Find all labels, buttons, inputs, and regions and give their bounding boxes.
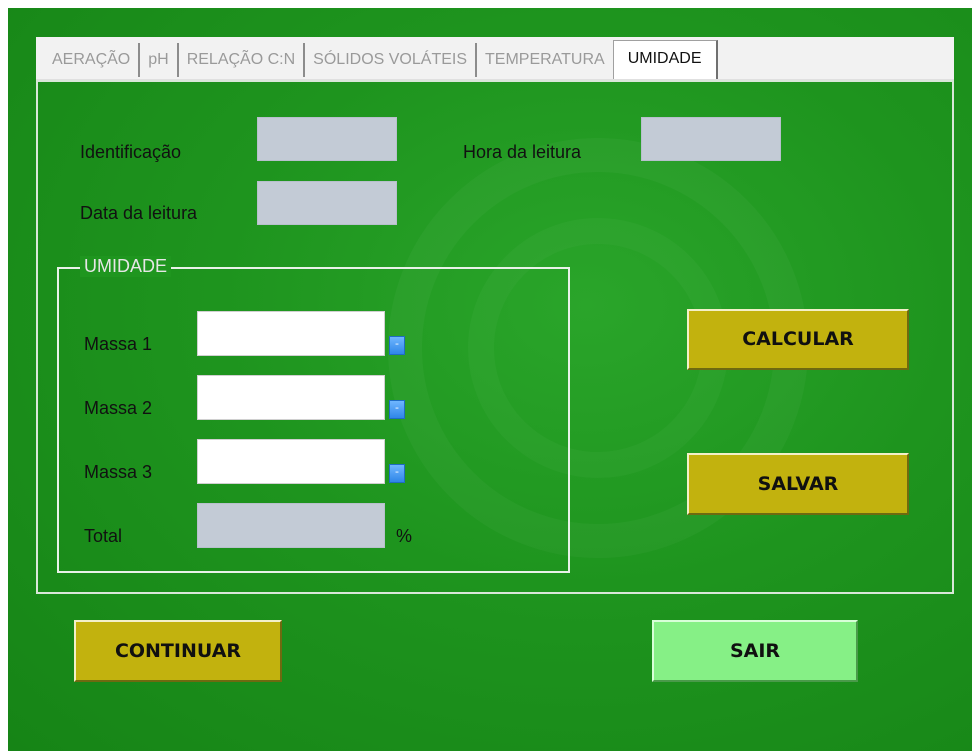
tab-temperatura[interactable]: TEMPERATURA [477, 43, 613, 77]
identificacao-field[interactable] [257, 117, 397, 161]
total-unit: % [396, 526, 413, 546]
umidade-group-title: UMIDADE [80, 256, 172, 277]
massa2-label: Massa 2 [84, 398, 153, 418]
massa3-spin-button[interactable]: - [389, 464, 405, 483]
data-leitura-field[interactable] [257, 181, 397, 225]
massa3-label: Massa 3 [84, 462, 153, 482]
tab-strip: AERAÇÃO pH RELAÇÃO C:N SÓLIDOS VOLÁTEIS … [36, 37, 954, 80]
hora-leitura-label: Hora da leitura [463, 142, 582, 162]
total-field [197, 503, 385, 548]
tab-umidade[interactable]: UMIDADE [612, 40, 718, 79]
tab-solidos-volateis[interactable]: SÓLIDOS VOLÁTEIS [305, 43, 477, 77]
massa2-input[interactable] [197, 375, 385, 420]
continuar-button[interactable]: CONTINUAR [74, 620, 282, 682]
massa1-label: Massa 1 [84, 334, 153, 354]
calcular-button[interactable]: CALCULAR [687, 309, 909, 370]
massa1-input[interactable] [197, 311, 385, 356]
tab-relacao-cn[interactable]: RELAÇÃO C:N [179, 43, 306, 77]
massa2-spin-button[interactable]: - [389, 400, 405, 419]
identificacao-label: Identificação [80, 142, 182, 162]
massa3-input[interactable] [197, 439, 385, 484]
sair-button[interactable]: SAIR [652, 620, 858, 682]
hora-leitura-field[interactable] [641, 117, 781, 161]
data-leitura-label: Data da leitura [80, 203, 198, 223]
massa1-spin-button[interactable]: - [389, 336, 405, 355]
tab-ph[interactable]: pH [140, 43, 179, 77]
salvar-button[interactable]: SALVAR [687, 453, 909, 515]
tab-aeracao[interactable]: AERAÇÃO [44, 43, 141, 77]
total-label: Total [84, 526, 123, 546]
